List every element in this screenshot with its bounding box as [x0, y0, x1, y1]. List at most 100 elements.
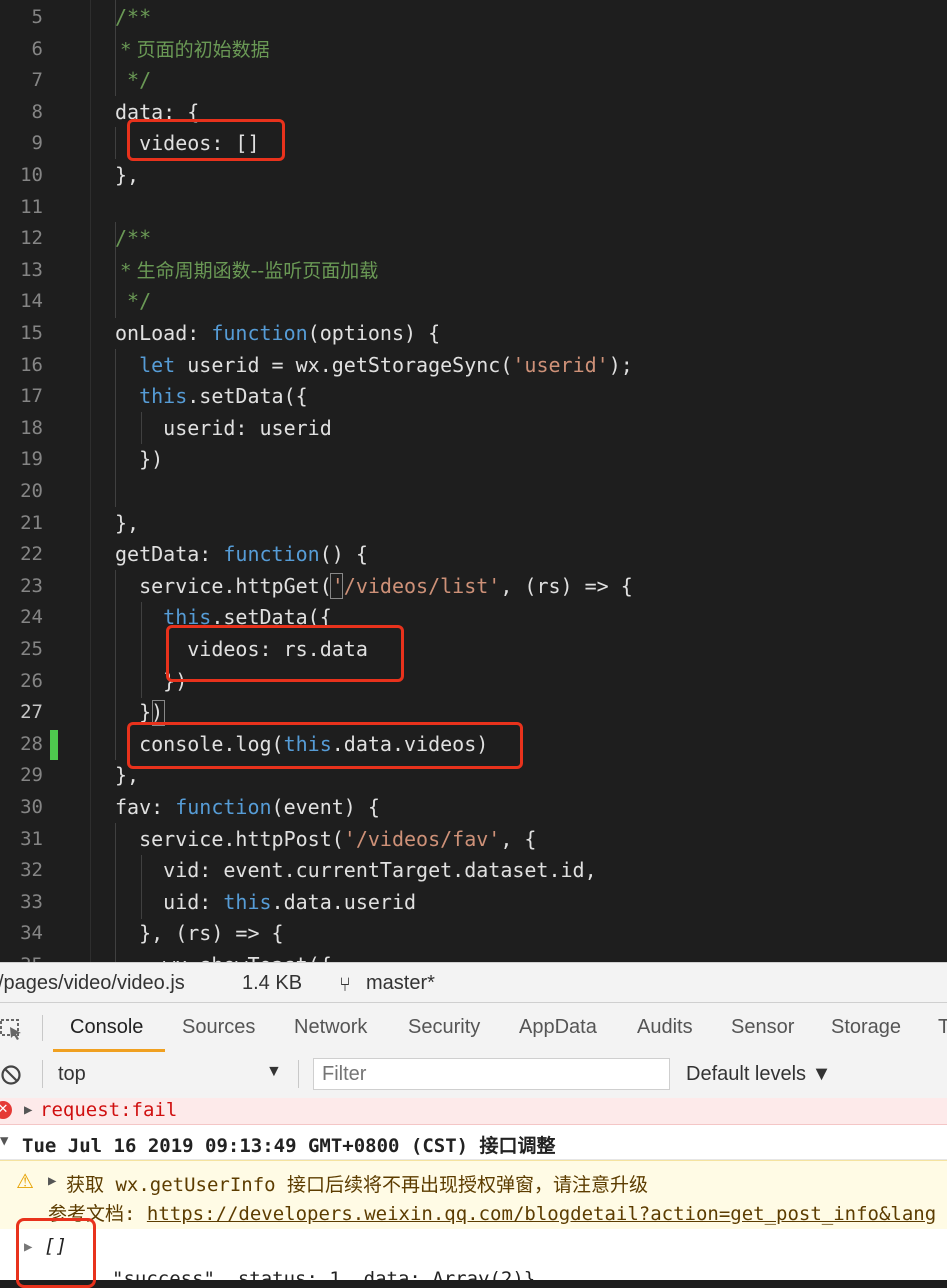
code-token: userid: userid: [115, 415, 332, 440]
line-number: 31: [20, 827, 43, 850]
code-line[interactable]: 22 getData: function() {: [0, 539, 947, 571]
code-token: () {: [319, 542, 368, 567]
line-number: 28: [20, 732, 43, 755]
code-line[interactable]: 35 wx.showToast({: [0, 950, 947, 962]
indent-guide: [115, 570, 116, 760]
warning-reference: 参考文档: https://developers.weixin.qq.com/b…: [48, 1199, 936, 1226]
code-line[interactable]: 25 videos: rs.data: [0, 634, 947, 666]
code-token: this: [223, 889, 272, 914]
line-number: 21: [20, 511, 43, 534]
code-token: */: [115, 289, 152, 314]
warning-text: 获取 wx.getUserInfo 接口后续将不再出现授权弹窗，请注意升级: [66, 1174, 649, 1196]
code-token: function: [175, 795, 272, 819]
line-number: 7: [31, 69, 43, 92]
tab-sources[interactable]: Sources: [182, 1016, 255, 1039]
code-token: /**: [115, 5, 152, 29]
code-text: */: [115, 286, 151, 318]
code-editor[interactable]: 5/** 6 * 页面的初始数据 7 */8 data: {9 videos: [] 1…: [0, 0, 947, 962]
code-token: (options) {: [307, 321, 441, 345]
code-line[interactable]: 12 /**: [0, 223, 947, 255]
console-group-header[interactable]: ▼ Tue Jul 16 2019 09:13:49 GMT+0800 (CST…: [0, 1125, 947, 1160]
collapse-triangle-icon[interactable]: ▼: [0, 1133, 8, 1149]
code-line[interactable]: 19 }): [0, 444, 947, 476]
status-bar: /pages/video/video.js 1.4 KB ⑂ master*: [0, 962, 947, 1003]
code-line[interactable]: 34 }, (rs) => {: [0, 918, 947, 950]
code-line[interactable]: 15 onLoad: function(options) {: [0, 318, 947, 350]
tab-console[interactable]: Console: [70, 1016, 143, 1039]
code-text: /**: [115, 2, 151, 34]
code-line[interactable]: 30 fav: function(event) {: [0, 792, 947, 824]
code-line[interactable]: 14 */: [0, 286, 947, 318]
warning-icon: ⚠: [16, 1169, 34, 1193]
code-text: service.httpPost('/videos/fav', {: [115, 824, 536, 856]
tab-network[interactable]: Network: [294, 1016, 367, 1039]
console-output: ✕ ▶ request:fail ▼ Tue Jul 16 2019 09:13…: [0, 1098, 947, 1280]
code-line[interactable]: 24 this.setData({: [0, 602, 947, 634]
code-line[interactable]: 31 service.httpPost('/videos/fav', {: [0, 824, 947, 856]
code-line[interactable]: 5 /**: [0, 2, 947, 34]
code-token: .data.userid: [271, 889, 417, 914]
code-token: uid:: [115, 889, 224, 914]
code-line[interactable]: 18 userid: userid: [0, 413, 947, 445]
code-line[interactable]: 20: [0, 476, 947, 508]
code-text: * 页面的初始数据: [115, 34, 270, 67]
code-line[interactable]: 13 * 生命周期函数--监听页面加载: [0, 255, 947, 287]
expand-triangle-icon[interactable]: ▶: [24, 1102, 32, 1118]
code-line[interactable]: 6 * 页面的初始数据: [0, 34, 947, 66]
line-number: 19: [20, 448, 43, 471]
code-text: let userid = wx.getStorageSync('userid')…: [115, 350, 633, 382]
indent-guide: [141, 855, 142, 919]
code-token: wx.showToast({: [115, 953, 332, 962]
tab-audits[interactable]: Audits: [637, 1016, 693, 1039]
console-error-message[interactable]: ✕ ▶ request:fail: [0, 1098, 947, 1125]
filter-input[interactable]: [313, 1058, 670, 1090]
line-number: 20: [20, 480, 43, 502]
code-line[interactable]: 23 service.httpGet('/videos/list', (rs) …: [0, 571, 947, 603]
code-line[interactable]: 10},: [0, 160, 947, 192]
tab-overflow[interactable]: T: [938, 1016, 947, 1039]
file-size: 1.4 KB: [242, 972, 303, 994]
error-text: request:fail: [40, 1099, 178, 1121]
tab-sensor[interactable]: Sensor: [731, 1016, 794, 1039]
console-toolbar: top ▼ Default levels ▼: [0, 1052, 947, 1099]
code-token: .setData({: [187, 384, 308, 409]
git-branch[interactable]: master*: [366, 972, 435, 995]
code-text: uid: this.data.userid: [115, 887, 416, 919]
file-path[interactable]: /pages/video/video.js: [0, 972, 185, 995]
code-line[interactable]: 16 let userid = wx.getStorageSync('useri…: [0, 350, 947, 382]
highlight-box: [166, 625, 404, 682]
code-text: wx.showToast({: [115, 950, 332, 962]
expand-triangle-icon[interactable]: ▶: [48, 1173, 56, 1189]
code-token: 'userid': [512, 352, 609, 377]
code-token: );: [608, 352, 633, 377]
code-token: },: [115, 163, 140, 187]
context-select[interactable]: top: [58, 1063, 86, 1086]
code-line[interactable]: 26 }): [0, 666, 947, 698]
code-line[interactable]: 21},: [0, 508, 947, 540]
inspect-element-icon[interactable]: [0, 1017, 24, 1041]
toolbar-separator: [298, 1060, 299, 1088]
code-line[interactable]: 32 vid: event.currentTarget.dataset.id,: [0, 855, 947, 887]
code-line[interactable]: 17 this.setData({: [0, 381, 947, 413]
code-token: * 生命周期函数--监听页面加载: [115, 259, 379, 282]
line-number: 5: [31, 6, 43, 28]
chevron-down-icon[interactable]: ▼: [266, 1063, 282, 1081]
code-line[interactable]: 33 uid: this.data.userid: [0, 887, 947, 919]
log-levels-dropdown[interactable]: Default levels ▼: [686, 1063, 831, 1086]
code-text: this.setData({: [115, 381, 308, 413]
code-token: },: [115, 510, 140, 535]
line-number: 12: [20, 227, 43, 250]
clear-console-icon[interactable]: [0, 1064, 22, 1086]
indent-guide: [141, 602, 142, 698]
console-log-entry[interactable]: ▶ []: [0, 1229, 947, 1263]
code-line[interactable]: 11: [0, 192, 947, 224]
tab-storage[interactable]: Storage: [831, 1016, 901, 1039]
tab-security[interactable]: Security: [408, 1016, 480, 1039]
code-line[interactable]: 7 */: [0, 65, 947, 97]
code-text: */: [115, 65, 151, 97]
line-number: 30: [20, 796, 43, 818]
reference-link[interactable]: https://developers.weixin.qq.com/blogdet…: [147, 1203, 936, 1225]
tab-appdata[interactable]: AppData: [519, 1016, 597, 1039]
line-number: 25: [20, 638, 43, 660]
